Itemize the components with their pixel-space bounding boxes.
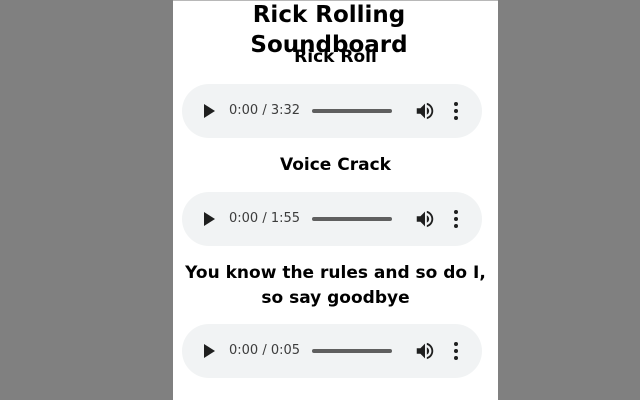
more-options-icon[interactable] [452,101,460,121]
time-display: 0:00 / 1:55 [229,211,301,226]
seek-bar[interactable] [312,217,392,221]
soundboard-popup: Rick Rolling Soundboard Rick Roll 0:00 /… [173,0,498,400]
audio-player-voice-crack[interactable]: 0:00 / 1:55 [182,192,482,246]
seek-bar[interactable] [312,349,392,353]
time-display: 0:00 / 3:32 [229,103,301,118]
sound-title-voice-crack: Voice Crack [280,155,391,175]
volume-icon[interactable] [414,208,436,230]
seek-bar[interactable] [312,109,392,113]
sound-title-rick-roll: Rick Roll [294,47,377,67]
play-icon[interactable] [204,212,215,226]
audio-player-rick-roll[interactable]: 0:00 / 3:32 [182,84,482,138]
more-options-icon[interactable] [452,209,460,229]
audio-player-say-goodbye[interactable]: 0:00 / 0:05 [182,324,482,378]
volume-icon[interactable] [414,100,436,122]
backdrop: Rick Rolling Soundboard Rick Roll 0:00 /… [0,0,640,400]
more-options-icon[interactable] [452,341,460,361]
sound-title-say-goodbye: You know the rules and so do I, so say g… [185,263,486,308]
play-icon[interactable] [204,344,215,358]
volume-icon[interactable] [414,340,436,362]
time-display: 0:00 / 0:05 [229,343,301,358]
play-icon[interactable] [204,104,215,118]
